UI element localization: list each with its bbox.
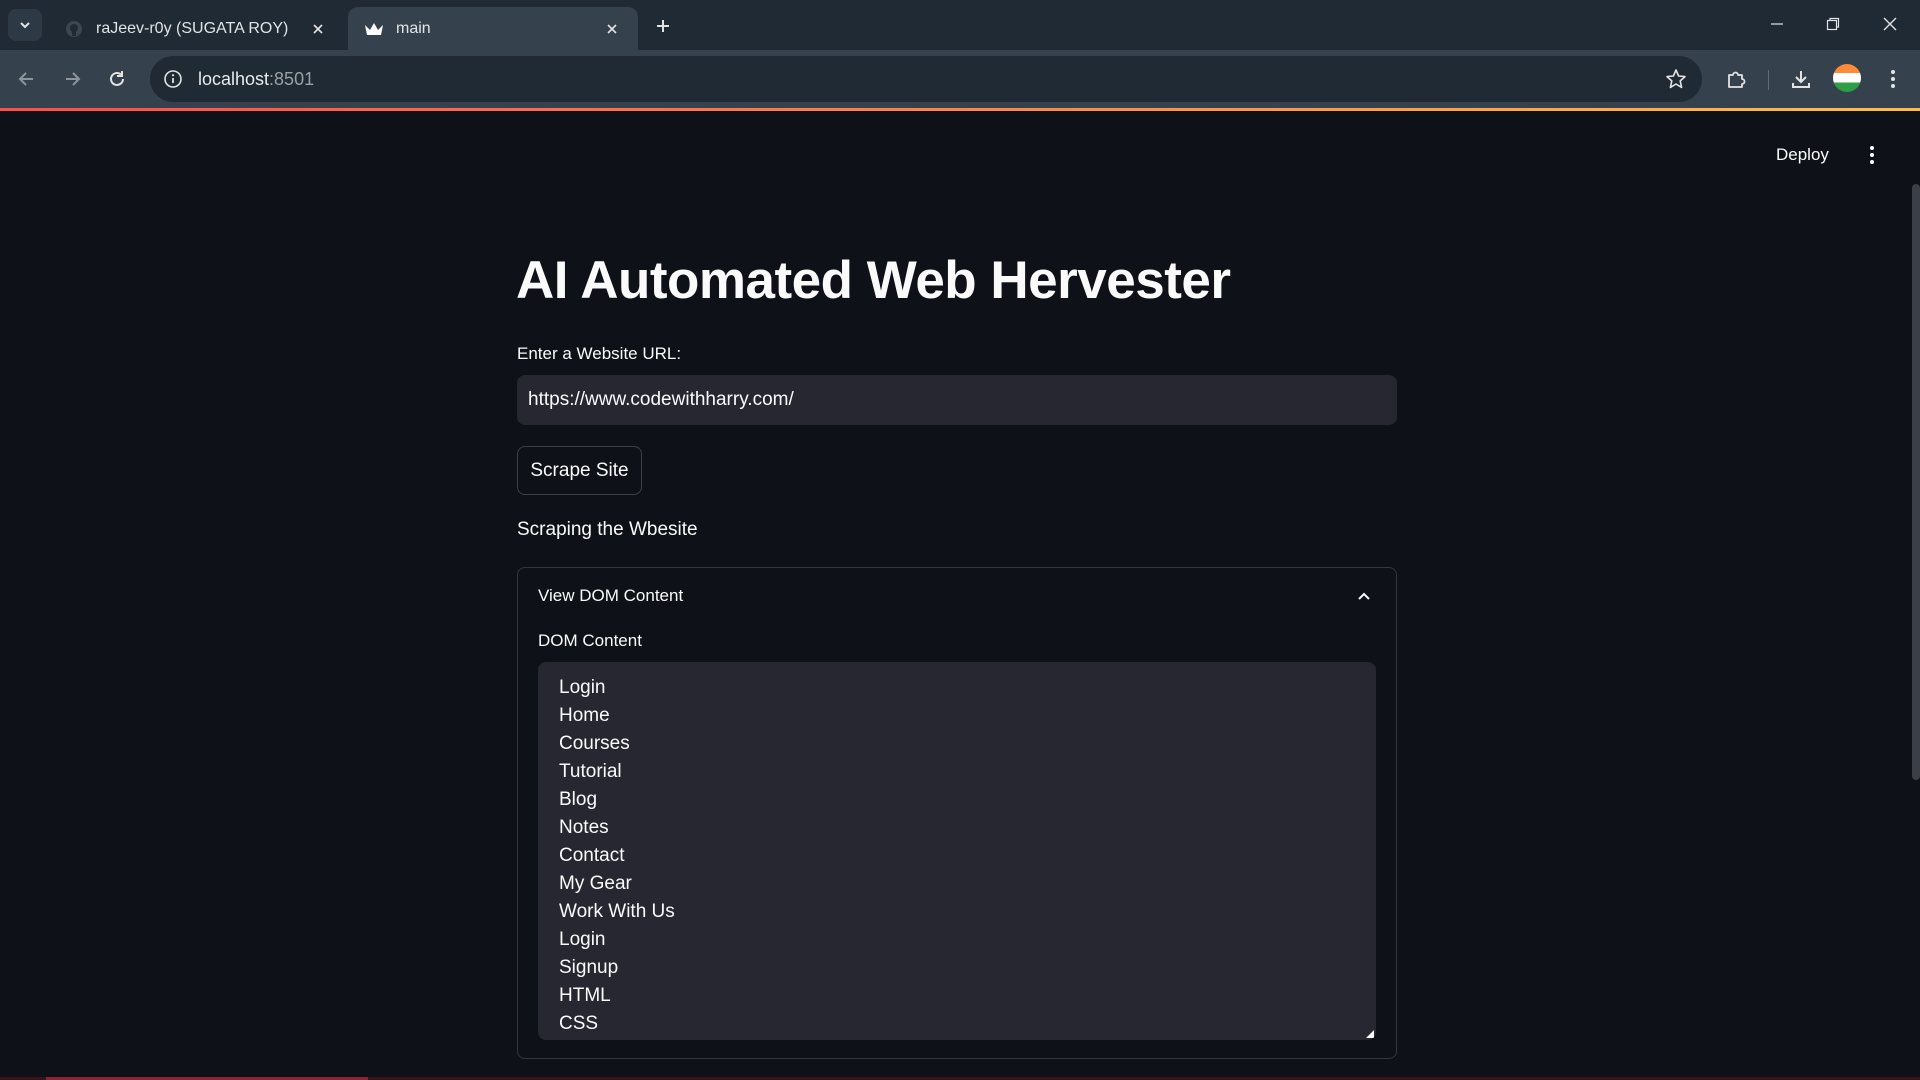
address-url: localhost:8501: [198, 69, 314, 90]
dom-line: Home: [559, 705, 610, 726]
minimize-icon: [1771, 23, 1783, 25]
extensions-button[interactable]: [1719, 62, 1753, 96]
dom-line: My Gear: [559, 873, 632, 894]
tab-label: main: [396, 19, 431, 37]
profile-avatar[interactable]: [1833, 64, 1861, 92]
close-window-button[interactable]: [1872, 10, 1908, 38]
dom-line: Signup: [559, 957, 619, 978]
back-button[interactable]: [10, 62, 44, 96]
reload-icon: [110, 71, 124, 86]
expander-title: View DOM Content: [538, 586, 684, 605]
dom-line: Tutorial: [559, 761, 622, 782]
dom-line: Blog: [559, 789, 598, 810]
restore-icon: [1826, 17, 1840, 31]
deploy-button[interactable]: Deploy: [1770, 140, 1835, 170]
dom-line: Login: [559, 929, 606, 950]
kebab-menu-icon: [1870, 146, 1874, 164]
streamlit-crown-icon: [364, 19, 384, 39]
tab-main[interactable]: main: [348, 7, 638, 50]
plus-icon: [657, 20, 669, 32]
tab-search-button[interactable]: [8, 9, 42, 41]
browser-tabstrip: raJeev-r0y (SUGATA ROY) main: [0, 0, 1920, 50]
dom-content-label: DOM Content: [538, 631, 642, 650]
url-input-label: Enter a Website URL:: [517, 344, 682, 363]
header-decoration-bar: [0, 108, 1920, 111]
url-host: localhost: [198, 68, 270, 89]
browser-toolbar: localhost:8501: [0, 50, 1920, 108]
chevron-up-icon: [1352, 584, 1376, 608]
restore-button[interactable]: [1815, 10, 1851, 38]
tab-github[interactable]: raJeev-r0y (SUGATA ROY): [48, 7, 344, 50]
github-icon: [64, 19, 84, 39]
resize-handle-icon[interactable]: [1366, 1030, 1374, 1038]
dom-content-expander: View DOM Content DOM Content Navigation …: [517, 567, 1397, 1059]
forward-arrow-icon: [66, 72, 81, 86]
page-scrollbar-thumb[interactable]: [1912, 184, 1920, 780]
new-tab-button[interactable]: [650, 13, 676, 39]
status-text: Scraping the Wbesite: [517, 519, 698, 540]
bookmark-star-icon[interactable]: [1664, 67, 1688, 91]
chevron-down-icon: [20, 22, 30, 29]
url-input[interactable]: [517, 375, 1397, 425]
toolbar-divider: [1768, 70, 1769, 90]
minimize-button[interactable]: [1759, 10, 1795, 38]
address-bar[interactable]: localhost:8501: [150, 56, 1702, 102]
puzzle-icon: [1728, 71, 1746, 88]
dom-line: Courses: [559, 733, 630, 754]
close-tab-icon[interactable]: [600, 17, 624, 41]
url-port: :8501: [269, 68, 315, 89]
dom-line: CSS: [559, 1013, 599, 1034]
browser-menu-button[interactable]: [1876, 62, 1910, 96]
close-icon: [1883, 17, 1897, 31]
page-title: AI Automated Web Hervester: [516, 251, 1231, 310]
back-arrow-icon: [18, 72, 33, 86]
dom-line: Login: [559, 677, 606, 698]
site-info-icon[interactable]: [162, 68, 184, 90]
download-icon: [1792, 71, 1810, 88]
reload-button[interactable]: [100, 62, 134, 96]
dom-content-textarea[interactable]: Navigation LoginHomeCoursesTutorialBlogN…: [538, 662, 1376, 1040]
scrape-site-button[interactable]: Scrape Site: [517, 446, 642, 495]
forward-button[interactable]: [55, 62, 89, 96]
dom-line: Contact: [559, 845, 625, 866]
expander-header[interactable]: View DOM Content: [518, 568, 1396, 624]
dom-line: Work With Us: [559, 901, 675, 922]
tab-label: raJeev-r0y (SUGATA ROY): [96, 19, 289, 37]
main-menu-button[interactable]: [1858, 140, 1886, 170]
kebab-menu-icon: [1891, 70, 1895, 88]
downloads-button[interactable]: [1784, 62, 1818, 96]
close-tab-icon[interactable]: [306, 17, 330, 41]
dom-content-lines: Navigation LoginHomeCoursesTutorialBlogN…: [559, 662, 675, 1038]
dom-line: Notes: [559, 817, 609, 838]
dom-line: HTML: [559, 985, 611, 1006]
